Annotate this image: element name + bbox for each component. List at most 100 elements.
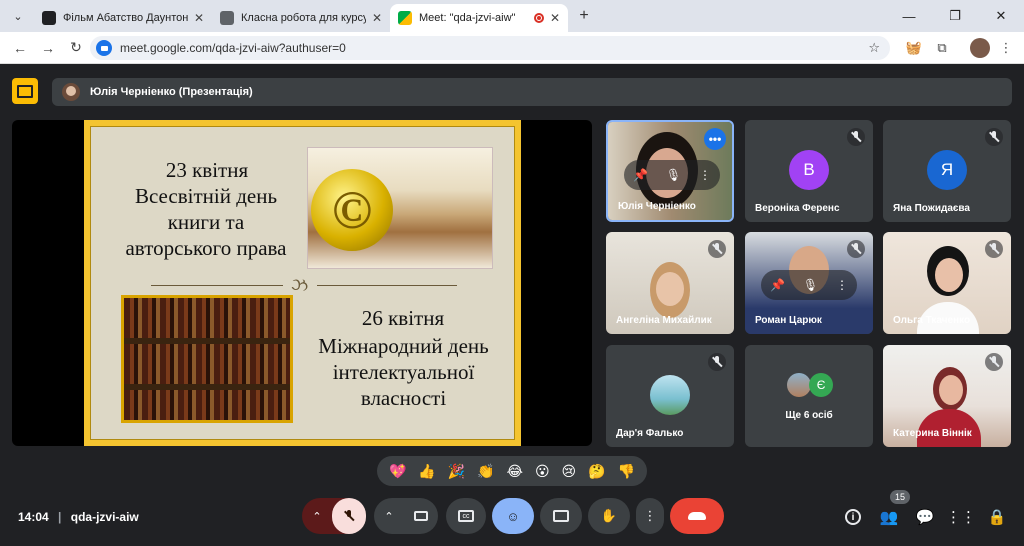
profile-avatar[interactable] (970, 38, 990, 58)
tab-search-chevron-icon[interactable]: ⌄ (4, 2, 32, 30)
more-options-icon[interactable]: ••• (704, 128, 726, 150)
camera-options-chevron-icon[interactable]: ⌃ (374, 510, 404, 523)
participant-tile[interactable]: 📌 🎙 ⋮ Роман Царюк (745, 232, 873, 334)
slide: © 23 квітня Всесвітній день книги та авт… (84, 120, 521, 446)
participant-tile[interactable]: Ангеліна Михайлик (606, 232, 734, 334)
mic-off-icon (985, 353, 1003, 371)
close-window-icon[interactable]: ✕ (978, 0, 1024, 32)
close-tab-icon[interactable]: ✕ (550, 11, 560, 25)
people-icon[interactable]: 👥 (878, 506, 900, 528)
tile-controls[interactable]: 📌 🎙 ⋮ (624, 160, 720, 190)
participant-face (939, 375, 963, 405)
reaction-clap[interactable]: 👏 (477, 463, 494, 480)
tile-controls[interactable]: 📌 🎙 ⋮ (761, 270, 857, 300)
others-avatar: Є (809, 373, 833, 397)
new-tab-icon[interactable]: + (572, 4, 596, 28)
forward-icon[interactable]: → (34, 40, 62, 56)
browser-menu-icon[interactable]: ⋮ (996, 38, 1016, 58)
reaction-thumbs-down[interactable]: 👎 (618, 463, 635, 480)
captions-button[interactable]: cc (446, 498, 486, 534)
participant-tile[interactable]: 📌 🎙 ⋮ ••• Юлія Черніенко (606, 120, 734, 222)
pin-icon[interactable]: 📌 (633, 168, 648, 182)
present-button[interactable] (540, 498, 582, 534)
hand-icon: ✋ (600, 508, 618, 523)
close-tab-icon[interactable]: ✕ (372, 11, 382, 25)
participant-face (935, 258, 963, 292)
extension-icon[interactable]: 🧺 (904, 38, 924, 58)
emoji-button[interactable]: ☺ (492, 498, 534, 534)
mic-off-button[interactable] (332, 498, 366, 534)
back-icon[interactable]: ← (6, 40, 34, 56)
raise-hand-button[interactable]: ✋ (588, 498, 630, 534)
leave-call-button[interactable] (670, 498, 724, 534)
reactions-bar: 💖 👍 🎉 👏 😂 😮 😢 🤔 👎 (377, 456, 647, 486)
participant-tile[interactable]: Ольга Ткаченко (883, 232, 1011, 334)
copyright-symbol: © (311, 169, 393, 251)
extensions-puzzle-icon[interactable]: ⧉ (932, 38, 952, 58)
activities-grid-icon[interactable]: ⋮⋮ (946, 506, 976, 528)
participant-name: Дар'я Фалько (616, 428, 684, 439)
camera-icon (414, 511, 428, 521)
participant-tile[interactable]: Я Яна Пожидаєва (883, 120, 1011, 222)
reaction-sad[interactable]: 😢 (562, 463, 577, 480)
reaction-laugh[interactable]: 😂 (507, 463, 523, 480)
present-screen-icon (553, 510, 569, 522)
minimize-icon[interactable]: — (886, 0, 932, 32)
participant-avatar-photo (650, 375, 690, 415)
mic-off-icon (343, 510, 355, 522)
mic-icon[interactable]: 🎙 (803, 278, 818, 292)
bookshelf-image (121, 295, 293, 423)
more-options-button[interactable]: ⋮ (636, 498, 664, 534)
bookmark-star-icon[interactable]: ☆ (868, 40, 880, 56)
url-bar[interactable]: meet.google.com/qda-jzvi-aiw?authuser=0 … (90, 36, 890, 60)
others-tile[interactable]: Є Ще 6 осіб (745, 345, 873, 447)
restore-icon[interactable]: ❐ (932, 0, 978, 32)
browser-tab-2[interactable]: Класна робота для курсу "ЗАР ✕ (212, 4, 390, 32)
camera-button[interactable] (404, 511, 438, 521)
more-icon[interactable]: ⋮ (699, 168, 711, 182)
participant-name: Ольга Ткаченко (893, 315, 971, 326)
slide-title-2-line-3: власності (360, 386, 447, 410)
mic-icon[interactable]: 🎙 (666, 168, 681, 182)
slide-title-1-line-2: книги та (167, 210, 245, 234)
separator: | (58, 510, 62, 524)
tab-title: Фільм Абатство Даунтон: Нова (63, 12, 188, 24)
close-tab-icon[interactable]: ✕ (194, 11, 204, 25)
pin-icon[interactable]: 📌 (770, 278, 785, 292)
slide-title-2-line-1: Міжнародний день (318, 334, 489, 358)
participant-tile[interactable]: Дар'я Фалько (606, 345, 734, 447)
participant-name: Ангеліна Михайлик (616, 315, 712, 326)
meet-site-icon[interactable] (96, 40, 112, 56)
browser-tab-3[interactable]: Meet: "qda-jzvi-aiw" ✕ (390, 4, 568, 32)
mic-off-icon (985, 128, 1003, 146)
reaction-heart[interactable]: 💖 (389, 463, 406, 480)
participant-tile[interactable]: В Вероніка Ференс (745, 120, 873, 222)
tab-title: Meet: "qda-jzvi-aiw" (419, 12, 516, 24)
meeting-details-info-icon[interactable]: i (842, 506, 864, 528)
presenter-bar[interactable]: Юлія Черніенко (Презентація) (52, 78, 1012, 106)
meet-favicon-icon (398, 11, 412, 25)
slide-content: © 23 квітня Всесвітній день книги та авт… (90, 126, 515, 440)
reload-icon[interactable]: ↻ (62, 39, 90, 56)
participant-avatar: Я (927, 150, 967, 190)
reaction-thinking[interactable]: 🤔 (588, 463, 605, 480)
participant-tile[interactable]: Катерина Віннік (883, 345, 1011, 447)
host-controls-lock-icon[interactable]: 🔒 (986, 506, 1008, 528)
mic-options-chevron-icon[interactable]: ⌃ (302, 510, 332, 523)
participant-count-badge: 15 (890, 490, 910, 504)
presentation-icon[interactable] (12, 78, 38, 104)
camera-control: ⌃ (374, 498, 438, 534)
meet-header: Юлія Черніенко (Презентація) (0, 64, 1024, 116)
browser-tab-1[interactable]: Фільм Абатство Даунтон: Нова ✕ (34, 4, 212, 32)
captions-icon: cc (458, 510, 474, 522)
reaction-thumbs-up[interactable]: 👍 (418, 463, 435, 480)
participant-avatar: В (789, 150, 829, 190)
mic-off-icon (708, 240, 726, 258)
ornament-line-right (317, 285, 457, 286)
slide-date-2: 26 квітня (361, 306, 445, 330)
ornament-icon: ઝ (291, 275, 309, 295)
reaction-surprised[interactable]: 😮 (535, 463, 550, 480)
reaction-party[interactable]: 🎉 (448, 463, 465, 480)
more-icon[interactable]: ⋮ (836, 278, 848, 292)
chat-icon[interactable]: 💬 (914, 506, 936, 528)
